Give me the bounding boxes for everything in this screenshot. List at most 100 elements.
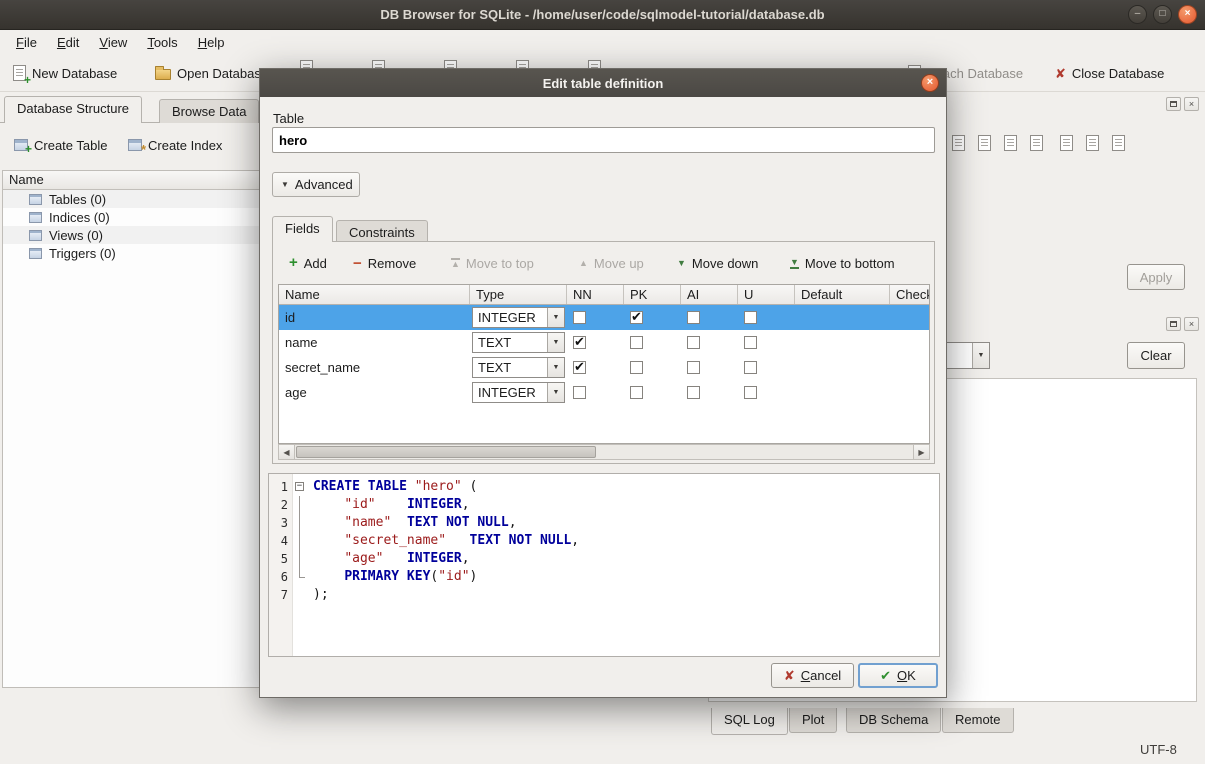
ai-checkbox[interactable] xyxy=(687,336,700,349)
move-to-bottom-button[interactable]: ▼ Move to bottom xyxy=(786,251,899,275)
check-cell[interactable] xyxy=(890,330,930,355)
tab-database-structure[interactable]: Database Structure xyxy=(4,96,142,123)
field-name-cell[interactable]: name xyxy=(279,330,470,355)
open-database-button[interactable]: Open Database xyxy=(150,59,273,87)
remove-icon: − xyxy=(353,257,362,270)
field-row[interactable]: id INTEGER ▼ xyxy=(279,305,929,330)
default-cell[interactable] xyxy=(795,355,890,380)
close-icon[interactable]: × xyxy=(1178,5,1197,24)
ai-checkbox[interactable] xyxy=(687,311,700,324)
edit-cell-toolbar-icon[interactable] xyxy=(1056,133,1076,153)
new-database-button[interactable]: New Database xyxy=(8,59,122,87)
menu-edit[interactable]: Edit xyxy=(47,33,89,52)
pk-checkbox[interactable] xyxy=(630,386,643,399)
field-type-combobox[interactable]: INTEGER ▼ xyxy=(472,307,565,328)
check-cell[interactable] xyxy=(890,380,930,405)
dock-float-icon[interactable] xyxy=(1166,97,1181,111)
tab-sql-log[interactable]: SQL Log xyxy=(711,708,788,735)
menu-view[interactable]: View xyxy=(89,33,137,52)
dock-float-icon[interactable] xyxy=(1166,317,1181,331)
edit-cell-toolbar-icon[interactable] xyxy=(1108,133,1128,153)
u-checkbox[interactable] xyxy=(744,336,757,349)
field-type-combobox[interactable]: INTEGER ▼ xyxy=(472,382,565,403)
nn-checkbox[interactable] xyxy=(573,361,586,374)
field-name-cell[interactable]: age xyxy=(279,380,470,405)
default-cell[interactable] xyxy=(795,330,890,355)
move-to-top-button[interactable]: ▲ Move to top xyxy=(447,251,538,275)
column-header-default[interactable]: Default xyxy=(795,285,890,304)
pk-checkbox[interactable] xyxy=(630,361,643,374)
check-cell[interactable] xyxy=(890,305,930,330)
table-name-input[interactable] xyxy=(272,127,935,153)
field-type-combobox[interactable]: TEXT ▼ xyxy=(472,357,565,378)
check-cell[interactable] xyxy=(890,355,930,380)
field-name-cell[interactable]: secret_name xyxy=(279,355,470,380)
sql-fold-column[interactable]: − xyxy=(293,474,307,656)
ok-button[interactable]: ✔ OK xyxy=(858,663,938,688)
u-checkbox[interactable] xyxy=(744,386,757,399)
field-name-cell[interactable]: id xyxy=(279,305,470,330)
tab-constraints[interactable]: Constraints xyxy=(336,220,428,242)
column-header-type[interactable]: Type xyxy=(470,285,567,304)
field-row[interactable]: secret_name TEXT ▼ xyxy=(279,355,929,380)
edit-cell-toolbar-icon[interactable] xyxy=(974,133,994,153)
pk-checkbox[interactable] xyxy=(630,336,643,349)
close-database-button[interactable]: ✘ Close Database xyxy=(1050,59,1169,87)
u-checkbox[interactable] xyxy=(744,311,757,324)
u-checkbox[interactable] xyxy=(744,361,757,374)
menu-file[interactable]: File xyxy=(6,33,47,52)
menu-tools[interactable]: Tools xyxy=(137,33,187,52)
scroll-right-icon[interactable]: ▶ xyxy=(913,445,929,459)
nn-checkbox[interactable] xyxy=(573,311,586,324)
tab-fields[interactable]: Fields xyxy=(272,216,333,242)
move-down-button[interactable]: ▼ Move down xyxy=(673,251,762,275)
column-header-check[interactable]: Check xyxy=(890,285,930,304)
menu-help[interactable]: Help xyxy=(188,33,235,52)
dialog-close-icon[interactable]: × xyxy=(921,74,939,92)
default-cell[interactable] xyxy=(795,380,890,405)
edit-cell-toolbar-icon[interactable] xyxy=(1000,133,1020,153)
apply-button[interactable]: Apply xyxy=(1127,264,1185,290)
pk-checkbox[interactable] xyxy=(630,311,643,324)
ai-checkbox[interactable] xyxy=(687,386,700,399)
nn-checkbox[interactable] xyxy=(573,336,586,349)
move-up-button[interactable]: ▲ Move up xyxy=(575,251,648,275)
clear-button[interactable]: Clear xyxy=(1127,342,1185,369)
dock-close-icon[interactable]: × xyxy=(1184,97,1199,111)
create-index-button[interactable]: Create Index xyxy=(122,132,228,158)
dock-close-icon[interactable]: × xyxy=(1184,317,1199,331)
column-header-ai[interactable]: AI xyxy=(681,285,738,304)
tab-plot[interactable]: Plot xyxy=(789,708,837,733)
ai-checkbox[interactable] xyxy=(687,361,700,374)
minimize-icon[interactable]: – xyxy=(1128,5,1147,24)
add-icon: + xyxy=(289,256,298,270)
sql-preview-editor[interactable]: 1234567 − CREATE TABLE "hero" ( "id" INT… xyxy=(268,473,940,657)
tab-browse-data[interactable]: Browse Data xyxy=(159,99,259,123)
remove-field-button[interactable]: − Remove xyxy=(349,251,420,275)
grid-horizontal-scrollbar[interactable]: ◀ ▶ xyxy=(278,444,930,460)
nn-checkbox[interactable] xyxy=(573,386,586,399)
create-table-button[interactable]: Create Table xyxy=(8,132,113,158)
edit-cell-toolbar-icon[interactable] xyxy=(1026,133,1046,153)
cancel-button[interactable]: ✘ Cancel xyxy=(771,663,854,688)
field-row[interactable]: name TEXT ▼ xyxy=(279,330,929,355)
column-header-pk[interactable]: PK xyxy=(624,285,681,304)
scroll-left-icon[interactable]: ◀ xyxy=(279,445,295,459)
add-field-button[interactable]: + Add xyxy=(285,251,331,275)
scrollbar-thumb[interactable] xyxy=(296,446,596,458)
edit-cell-toolbar-icon[interactable] xyxy=(1082,133,1102,153)
column-header-name[interactable]: Name xyxy=(279,285,470,304)
tab-remote[interactable]: Remote xyxy=(942,708,1014,733)
field-row[interactable]: age INTEGER ▼ xyxy=(279,380,929,405)
field-type-combobox[interactable]: TEXT ▼ xyxy=(472,332,565,353)
column-header-nn[interactable]: NN xyxy=(567,285,624,304)
default-cell[interactable] xyxy=(795,305,890,330)
tab-db-schema[interactable]: DB Schema xyxy=(846,708,941,733)
advanced-button[interactable]: ▼ Advanced xyxy=(272,172,360,197)
open-database-label: Open Database xyxy=(177,66,268,81)
maximize-icon[interactable]: □ xyxy=(1153,5,1172,24)
edit-cell-toolbar-icon[interactable] xyxy=(948,133,968,153)
column-header-u[interactable]: U xyxy=(738,285,795,304)
document-icon xyxy=(1086,135,1099,151)
advanced-label: Advanced xyxy=(295,177,353,192)
